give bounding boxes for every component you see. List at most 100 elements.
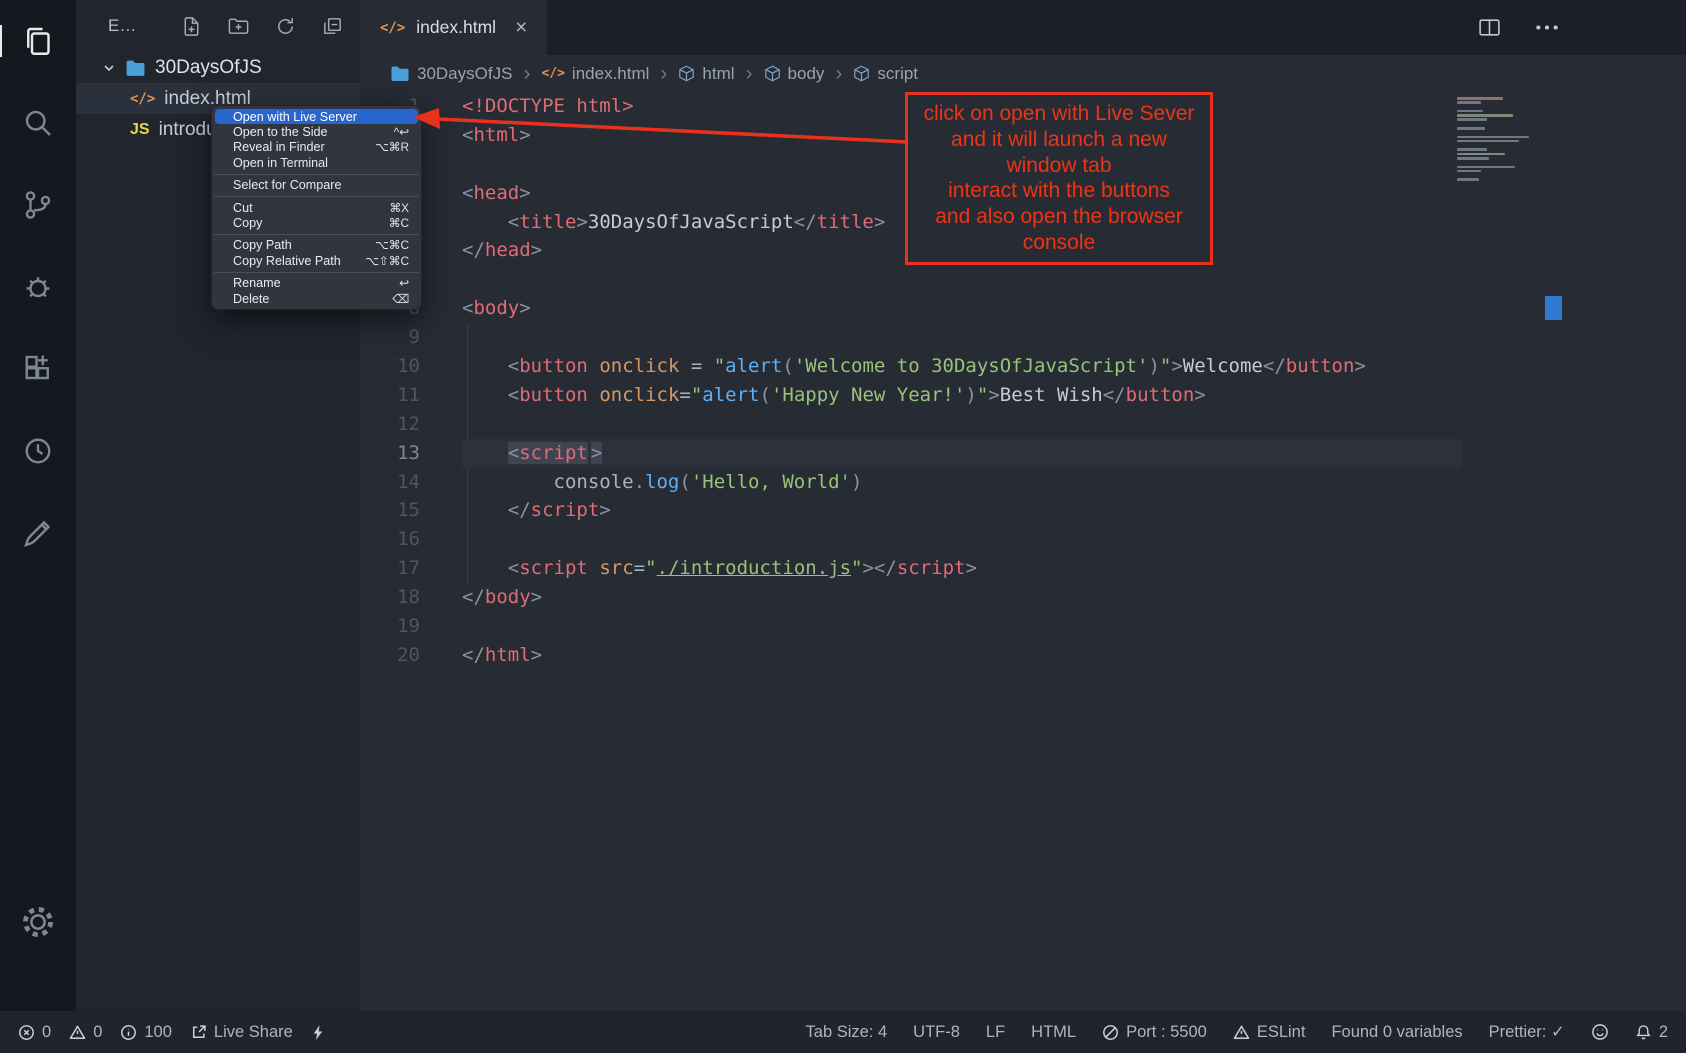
status-item[interactable]: Live Share: [190, 1023, 293, 1042]
lightning-icon: [311, 1024, 325, 1041]
eslint-icon: [1233, 1024, 1250, 1041]
line-number[interactable]: 18: [360, 583, 420, 612]
menu-separator: [214, 196, 419, 197]
code-line[interactable]: 10 <button onclick = "alert('Welcome to …: [360, 352, 1686, 381]
context-menu: Open with Live ServerOpen to the Side^↩R…: [211, 105, 422, 310]
line-number[interactable]: 10: [360, 352, 420, 381]
menu-separator: [214, 174, 419, 175]
line-number[interactable]: 19: [360, 612, 420, 641]
menu-item[interactable]: Cut⌘X: [215, 200, 418, 215]
code-line[interactable]: 13 <script>: [360, 439, 1686, 468]
clock-icon[interactable]: [19, 432, 57, 470]
status-item[interactable]: 100: [120, 1023, 172, 1042]
status-item[interactable]: 0: [69, 1023, 102, 1042]
line-number[interactable]: 20: [360, 641, 420, 670]
status-item[interactable]: LF: [986, 1023, 1005, 1042]
code-line[interactable]: 19: [360, 612, 1686, 641]
menu-item[interactable]: Open with Live Server: [215, 109, 418, 124]
code-line[interactable]: 12: [360, 410, 1686, 439]
code-line[interactable]: 11 <button onclick="alert('Happy New Yea…: [360, 381, 1686, 410]
breadcrumb-item[interactable]: body: [764, 64, 825, 84]
explorer-title: E…: [108, 16, 136, 36]
line-number[interactable]: 14: [360, 468, 420, 497]
error-icon: [18, 1024, 35, 1041]
split-editor-icon[interactable]: [1477, 15, 1502, 40]
line-number[interactable]: 12: [360, 410, 420, 439]
breadcrumb-item[interactable]: html: [678, 64, 734, 84]
settings-gear-icon[interactable]: [19, 903, 57, 941]
menu-item[interactable]: Copy⌘C: [215, 215, 418, 230]
tab-bar: </> index.html ×: [360, 0, 1686, 55]
line-number[interactable]: 13: [360, 439, 420, 468]
symbol-icon: [853, 65, 870, 82]
source-control-icon[interactable]: [19, 186, 57, 224]
menu-separator: [214, 272, 419, 273]
menu-item[interactable]: Copy Path⌥⌘C: [215, 238, 418, 253]
status-item[interactable]: [1591, 1023, 1609, 1041]
code-line[interactable]: 15 </script>: [360, 496, 1686, 525]
live-share-icon: [190, 1024, 207, 1041]
menu-item[interactable]: Delete⌫: [215, 291, 418, 306]
symbol-icon: [678, 65, 695, 82]
status-item[interactable]: [311, 1024, 325, 1041]
symbol-icon: [764, 65, 781, 82]
breadcrumb-item[interactable]: script: [853, 64, 918, 84]
code-line[interactable]: 18</body>: [360, 583, 1686, 612]
more-actions-icon[interactable]: [1534, 24, 1560, 31]
breadcrumb-separator-icon: ›: [835, 63, 842, 84]
minimap[interactable]: [1457, 97, 1543, 181]
status-item[interactable]: Prettier: ✓: [1489, 1022, 1565, 1042]
code-line[interactable]: 9: [360, 323, 1686, 352]
status-item[interactable]: UTF-8: [913, 1023, 960, 1042]
code-icon: </>: [541, 66, 564, 81]
extensions-icon[interactable]: [19, 350, 57, 388]
pen-edit-icon[interactable]: [19, 514, 57, 552]
code-line[interactable]: 8<body>: [360, 294, 1686, 323]
breadcrumb-separator-icon: ›: [660, 63, 667, 84]
collapse-all-icon[interactable]: [321, 15, 344, 38]
status-item[interactable]: HTML: [1031, 1023, 1076, 1042]
menu-item[interactable]: Open in Terminal: [215, 155, 418, 170]
breadcrumb: 30DaysOfJS›</>index.html›html›body›scrip…: [360, 55, 1686, 92]
code-line[interactable]: 17 <script src="./introduction.js"></scr…: [360, 554, 1686, 583]
code-line[interactable]: 14 console.log('Hello, World'): [360, 468, 1686, 497]
status-item[interactable]: 0: [18, 1023, 51, 1042]
line-number[interactable]: 11: [360, 381, 420, 410]
breadcrumb-item[interactable]: 30DaysOfJS: [390, 64, 512, 84]
menu-item[interactable]: Open to the Side^↩: [215, 124, 418, 139]
refresh-icon[interactable]: [274, 15, 297, 38]
menu-separator: [214, 234, 419, 235]
run-debug-icon[interactable]: [19, 268, 57, 306]
status-item[interactable]: Found 0 variables: [1331, 1023, 1462, 1042]
new-file-icon[interactable]: [180, 15, 203, 38]
status-item[interactable]: 2: [1635, 1023, 1668, 1042]
new-folder-icon[interactable]: [227, 15, 250, 38]
line-number[interactable]: 9: [360, 323, 420, 352]
menu-item[interactable]: Reveal in Finder⌥⌘R: [215, 140, 418, 155]
search-icon[interactable]: [19, 104, 57, 142]
breadcrumb-item[interactable]: </>index.html: [541, 64, 649, 84]
close-icon[interactable]: ×: [515, 17, 527, 38]
code-line[interactable]: 16: [360, 525, 1686, 554]
explorer-icon[interactable]: [19, 22, 57, 60]
line-number[interactable]: 16: [360, 525, 420, 554]
status-item[interactable]: Tab Size: 4: [806, 1023, 888, 1042]
tab-index-html[interactable]: </> index.html ×: [360, 0, 547, 55]
code-line[interactable]: 20</html>: [360, 641, 1686, 670]
folder-icon: [125, 59, 146, 77]
line-number[interactable]: 17: [360, 554, 420, 583]
tree-root-folder[interactable]: 30DaysOfJS: [76, 52, 360, 83]
chevron-down-icon: [102, 61, 116, 75]
status-bar: 00 100 Live Share Tab Size: 4 UTF-8 LF HTML Po…: [0, 1011, 1686, 1053]
annotation-box: click on open with Live Severand it will…: [905, 92, 1213, 265]
warning-icon: [69, 1024, 86, 1041]
vscode-window: E… 30DaysOfJS: [0, 0, 1686, 1053]
menu-item[interactable]: Rename↩: [215, 276, 418, 291]
status-item[interactable]: Port : 5500: [1102, 1023, 1207, 1042]
line-number[interactable]: 15: [360, 496, 420, 525]
code-line[interactable]: 7: [360, 265, 1686, 294]
status-item[interactable]: ESLint: [1233, 1023, 1306, 1042]
menu-item[interactable]: Select for Compare: [215, 178, 418, 193]
editor-group: </> index.html × 30DaysOfJS › </>index.htm…: [360, 0, 1686, 1011]
menu-item[interactable]: Copy Relative Path⌥⇧⌘C: [215, 253, 418, 268]
